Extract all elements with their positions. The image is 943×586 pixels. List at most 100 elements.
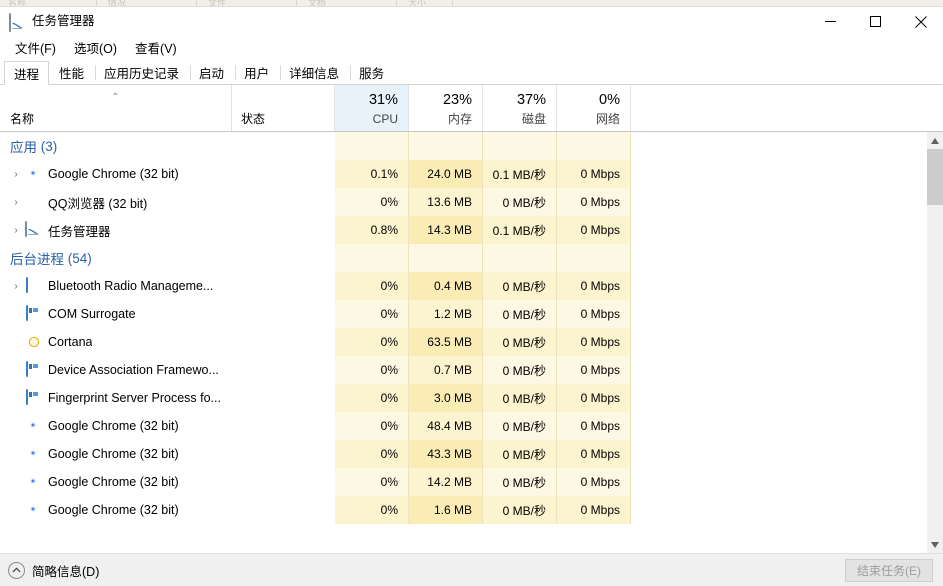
process-cpu: 0% bbox=[335, 468, 409, 496]
process-disk: 0 MB/秒 bbox=[483, 468, 557, 496]
process-name: Cortana bbox=[48, 335, 93, 349]
process-name-cell: › Google Chrome (32 bit) bbox=[0, 468, 232, 496]
group-disk bbox=[483, 244, 557, 272]
bg-strip-divider bbox=[296, 0, 297, 6]
process-row[interactable]: ›Device Association Framewo...0%0.7 MB0 … bbox=[0, 356, 926, 384]
expand-chevron-icon[interactable]: › bbox=[8, 225, 24, 236]
process-row[interactable]: › QQ浏览器 (32 bit) 0% 13.6 MB 0 MB/秒 0 Mbps bbox=[0, 188, 926, 216]
vertical-scrollbar[interactable] bbox=[926, 132, 943, 553]
tab-services[interactable]: 服务 bbox=[349, 60, 394, 84]
process-row[interactable]: › COM Surrogate 0%1.2 MB0 MB/秒0 Mbps bbox=[0, 300, 926, 328]
process-row[interactable]: › Google Chrome (32 bit) 0%1.6 MB0 MB/秒0 M… bbox=[0, 496, 926, 524]
process-row[interactable]: › Google Chrome (32 bit) 0%43.3 MB0 MB/秒0 … bbox=[0, 440, 926, 468]
process-memory: 1.2 MB bbox=[409, 300, 483, 328]
process-network: 0 Mbps bbox=[557, 300, 631, 328]
column-header-cpu-label: CPU bbox=[372, 112, 398, 126]
process-row[interactable]: › Bluetooth Radio Manageme... 0% 0.4 MB 0 MB… bbox=[0, 272, 926, 300]
fewer-details-label: 简略信息(D) bbox=[32, 564, 100, 579]
process-name-cell: › Google Chrome (32 bit) bbox=[0, 412, 232, 440]
expander-placeholder: › bbox=[8, 309, 24, 320]
process-memory: 0.7 MB bbox=[409, 356, 483, 384]
process-status bbox=[232, 412, 335, 440]
column-header-name[interactable]: ⌃ 名称 bbox=[0, 85, 232, 131]
fewer-details-button[interactable]: 简略信息(D) bbox=[8, 561, 99, 580]
group-count: (3) bbox=[40, 138, 58, 154]
process-memory: 3.0 MB bbox=[409, 384, 483, 412]
column-header-cpu[interactable]: 31% CPU bbox=[335, 85, 409, 131]
menu-options[interactable]: 选项(O) bbox=[65, 36, 126, 60]
process-disk: 0 MB/秒 bbox=[483, 328, 557, 356]
expand-chevron-icon[interactable]: › bbox=[8, 169, 24, 180]
process-group-header[interactable]: 后台进程 (54) bbox=[0, 244, 926, 272]
menu-file[interactable]: 文件(F) bbox=[6, 36, 65, 60]
process-disk: 0 MB/秒 bbox=[483, 384, 557, 412]
process-disk: 0.1 MB/秒 bbox=[483, 160, 557, 188]
process-filler bbox=[631, 160, 926, 188]
process-network: 0 Mbps bbox=[557, 496, 631, 524]
maximize-button[interactable] bbox=[853, 7, 898, 36]
process-row[interactable]: › Fingerprint Server Process fo... 0%3.0 M… bbox=[0, 384, 926, 412]
group-status bbox=[232, 132, 335, 160]
process-name-cell: › 任务管理器 bbox=[0, 216, 232, 244]
expand-chevron-icon[interactable]: › bbox=[8, 197, 24, 208]
column-header-memory[interactable]: 23% 内存 bbox=[409, 85, 483, 131]
process-row[interactable]: › Google Chrome (32 bit) 0.1% 24.0 MB 0.1 MB… bbox=[0, 160, 926, 188]
process-row[interactable]: › Cortana 0%63.5 MB0 MB/秒0 Mbps bbox=[0, 328, 926, 356]
disk-total-percent: 37% bbox=[516, 92, 546, 108]
process-disk: 0 MB/秒 bbox=[483, 356, 557, 384]
group-label: 后台进程 (54) bbox=[0, 244, 232, 272]
process-status bbox=[232, 216, 335, 244]
tab-startup[interactable]: 启动 bbox=[189, 60, 234, 84]
minimize-button[interactable] bbox=[808, 7, 853, 36]
tab-app-history[interactable]: 应用历史记录 bbox=[94, 60, 189, 84]
process-memory: 13.6 MB bbox=[409, 188, 483, 216]
scroll-up-arrow-icon[interactable] bbox=[927, 132, 943, 149]
process-row[interactable]: › Google Chrome (32 bit) 0%48.4 MB0 MB/秒0 … bbox=[0, 412, 926, 440]
tab-performance[interactable]: 性能 bbox=[49, 60, 94, 84]
process-memory: 0.4 MB bbox=[409, 272, 483, 300]
process-disk: 0 MB/秒 bbox=[483, 272, 557, 300]
process-name: Device Association Framewo... bbox=[48, 363, 219, 377]
expand-chevron-icon[interactable]: › bbox=[8, 281, 24, 292]
menu-view[interactable]: 查看(V) bbox=[126, 36, 186, 60]
process-disk: 0 MB/秒 bbox=[483, 188, 557, 216]
process-status bbox=[232, 272, 335, 300]
process-row[interactable]: › 任务管理器 0.8% 14.3 MB 0.1 MB/秒 0 Mbps bbox=[0, 216, 926, 244]
process-disk: 0.1 MB/秒 bbox=[483, 216, 557, 244]
process-network: 0 Mbps bbox=[557, 356, 631, 384]
menu-bar: 文件(F) 选项(O) 查看(V) bbox=[0, 36, 943, 60]
scrollbar-thumb[interactable] bbox=[927, 149, 943, 205]
process-status bbox=[232, 328, 335, 356]
column-header-disk-label: 磁盘 bbox=[521, 112, 546, 126]
process-name-cell: › Bluetooth Radio Manageme... bbox=[0, 272, 232, 300]
tab-details[interactable]: 详细信息 bbox=[279, 60, 349, 84]
process-cpu: 0% bbox=[335, 328, 409, 356]
column-header-network[interactable]: 0% 网络 bbox=[557, 85, 631, 131]
tab-processes[interactable]: 进程 bbox=[4, 61, 50, 85]
process-name: Fingerprint Server Process fo... bbox=[48, 391, 221, 405]
process-name: Google Chrome (32 bit) bbox=[48, 475, 179, 489]
tab-users[interactable]: 用户 bbox=[234, 60, 279, 84]
chrome-icon bbox=[25, 166, 41, 182]
bg-strip-segment: 名称 bbox=[8, 0, 27, 7]
expander-placeholder: › bbox=[8, 449, 24, 460]
process-row[interactable]: › Google Chrome (32 bit) 0%14.2 MB0 MB/秒0 … bbox=[0, 468, 926, 496]
scrollbar-track[interactable] bbox=[927, 149, 943, 536]
close-button[interactable] bbox=[898, 7, 943, 36]
process-group-header[interactable]: 应用 (3) bbox=[0, 132, 926, 160]
process-network: 0 Mbps bbox=[557, 440, 631, 468]
process-status bbox=[232, 160, 335, 188]
column-header-memory-label: 内存 bbox=[447, 112, 472, 126]
scroll-down-arrow-icon[interactable] bbox=[927, 536, 943, 553]
process-name-cell: › Fingerprint Server Process fo... bbox=[0, 384, 232, 412]
process-disk: 0 MB/秒 bbox=[483, 300, 557, 328]
group-memory bbox=[409, 244, 483, 272]
process-cpu: 0% bbox=[335, 356, 409, 384]
app-icon bbox=[25, 305, 41, 322]
process-cpu: 0% bbox=[335, 384, 409, 412]
background-window-strip: 名称 情况 文件 文档 大小 bbox=[0, 0, 943, 7]
column-header-status[interactable]: 状态 bbox=[232, 85, 335, 131]
group-network bbox=[557, 132, 631, 160]
column-header-disk[interactable]: 37% 磁盘 bbox=[483, 85, 557, 131]
end-task-button[interactable]: 结束任务(E) bbox=[845, 559, 933, 582]
